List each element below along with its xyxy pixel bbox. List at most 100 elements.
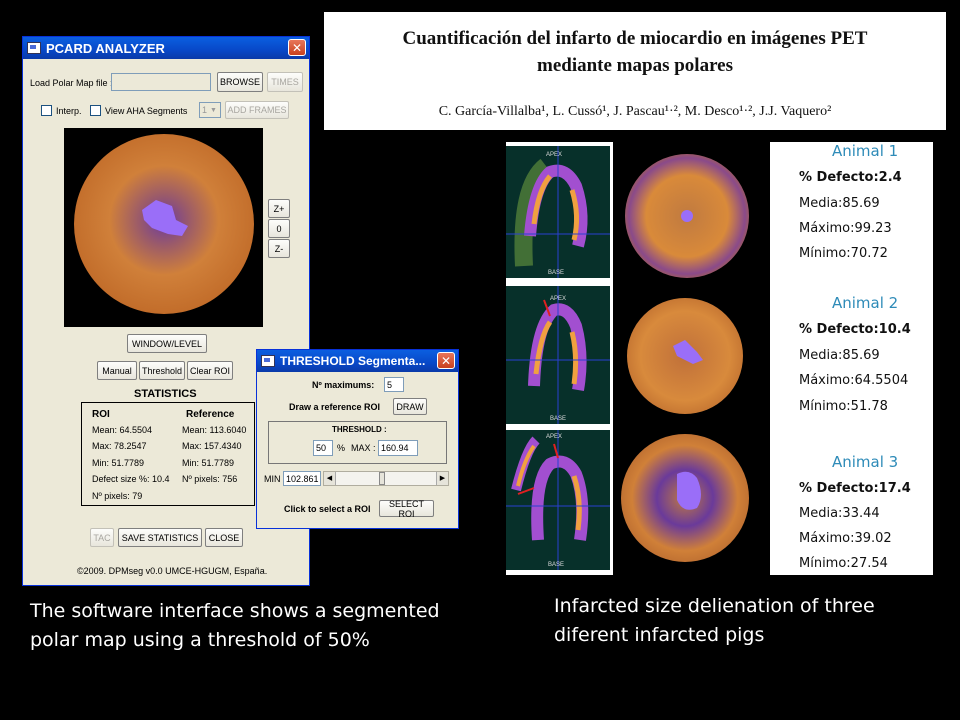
threshold-window: THRESHOLD Segmenta... ✕ Nº maximums: 5 D… xyxy=(256,349,459,529)
ref-mean: Mean: 113.6040 xyxy=(182,425,247,435)
window-level-button[interactable]: WINDOW/LEVEL xyxy=(127,334,207,353)
close-icon[interactable]: ✕ xyxy=(437,352,455,369)
ref-min: Min: 51.7789 xyxy=(182,458,235,468)
browse-button[interactable]: BROWSE xyxy=(217,72,263,92)
statistics-box: ROI Reference Mean: 64.5504 Mean: 113.60… xyxy=(81,402,255,506)
animal-1-heading: Animal 1 xyxy=(832,142,899,160)
animal-1-maximo: Máximo:99.23 xyxy=(799,221,892,236)
animal-3-heading: Animal 3 xyxy=(832,453,899,471)
save-statistics-button[interactable]: SAVE STATISTICS xyxy=(118,528,202,547)
frame-select-value: 1 xyxy=(202,105,208,115)
apex-label: APEX xyxy=(546,152,563,158)
app-icon xyxy=(27,42,41,54)
clear-roi-button[interactable]: Clear ROI xyxy=(187,361,233,380)
animal-3-maximo: Máximo:39.02 xyxy=(799,531,892,546)
min-label: MIN xyxy=(264,474,281,484)
paper-title-line2: mediante mapas polares xyxy=(537,55,733,76)
polar-map-file-field[interactable] xyxy=(111,73,211,91)
paper-authors: C. García-Villalba¹, L. Cussó¹, J. Pasca… xyxy=(438,104,832,119)
right-caption: Infarcted size delienation of three dife… xyxy=(554,592,875,650)
close-button[interactable]: CLOSE xyxy=(205,528,243,547)
roi-min: Min: 51.7789 xyxy=(92,458,145,468)
right-caption-line1: Infarcted size delienation of three xyxy=(554,595,875,617)
slider-thumb[interactable] xyxy=(379,472,385,485)
n-maximums-label: Nº maximums: xyxy=(312,380,375,390)
base-label: BASE xyxy=(548,270,565,276)
apex-label: APEX xyxy=(550,296,567,302)
app-icon xyxy=(261,355,275,367)
chevron-down-icon: ▼ xyxy=(210,106,217,114)
animal-1-minimo: Mínimo:70.72 xyxy=(799,246,888,261)
copyright-footer: ©2009. DPMseg v0.0 UMCE-HGUGM, España. xyxy=(77,566,268,576)
animal-3-media: Media:33.44 xyxy=(799,506,880,521)
view-aha-label: View AHA Segments xyxy=(105,106,188,116)
threshold-title: THRESHOLD Segmenta... xyxy=(280,354,426,368)
polar-maps-image xyxy=(621,154,749,562)
polar-maps-column xyxy=(613,142,770,575)
max-value-field[interactable]: 160.94 xyxy=(378,440,418,456)
slice-image-2 xyxy=(506,286,610,424)
click-select-roi-label: Click to select a ROI xyxy=(284,504,371,514)
base-label: BASE xyxy=(550,416,567,422)
roi-max: Max: 78.2547 xyxy=(92,441,147,451)
scan-slice-1: APEX BASE xyxy=(506,146,610,278)
pcard-titlebar[interactable]: PCARD ANALYZER ✕ xyxy=(23,37,309,59)
animal-1-defect: % Defecto:2.4 xyxy=(799,170,902,185)
pcard-title: PCARD ANALYZER xyxy=(46,40,165,56)
percent-sign: % xyxy=(337,443,346,453)
slice-image-1 xyxy=(506,146,610,278)
animal-2-media: Media:85.69 xyxy=(799,348,880,363)
animal-3-minimo: Mínimo:27.54 xyxy=(799,556,888,571)
paper-title-line1: Cuantificación del infarto de miocardio … xyxy=(402,28,868,49)
frame-select[interactable]: 1 ▼ xyxy=(199,102,221,118)
tac-button[interactable]: TAC xyxy=(90,528,114,547)
polar-map-image xyxy=(74,134,254,314)
polar-map-viewer[interactable] xyxy=(64,128,263,327)
animal-3-defect: % Defecto:17.4 xyxy=(799,481,911,496)
right-caption-line2: diferent infarcted pigs xyxy=(554,624,765,646)
animal-2-minimo: Mínimo:51.78 xyxy=(799,399,888,414)
max-label: MAX : xyxy=(351,443,376,453)
base-label: BASE xyxy=(548,562,565,568)
slice-image-3 xyxy=(506,430,610,570)
roi-heading: ROI xyxy=(92,409,110,420)
interp-label: Interp. xyxy=(56,106,82,116)
arrow-left-icon[interactable]: ◀ xyxy=(324,472,336,485)
threshold-slider[interactable]: ◀ ▶ xyxy=(323,471,449,486)
select-roi-button[interactable]: SELECT ROI xyxy=(379,499,434,519)
left-caption-line1: The software interface shows a segmented xyxy=(30,600,440,622)
threshold-group: THRESHOLD : 50 % MAX : 160.94 xyxy=(268,421,447,464)
zoom-reset-button[interactable]: 0 xyxy=(268,219,290,238)
ref-max: Max: 157.4340 xyxy=(182,441,242,451)
zoom-out-button[interactable]: Z- xyxy=(268,239,290,258)
roi-mean: Mean: 64.5504 xyxy=(92,425,153,435)
paper-header: Cuantificación del infarto de miocardio … xyxy=(324,12,946,130)
threshold-button[interactable]: Threshold xyxy=(139,361,185,380)
roi-pixels: Nº pixels: 79 xyxy=(92,491,143,501)
interp-checkbox[interactable] xyxy=(41,105,52,116)
close-icon[interactable]: ✕ xyxy=(288,39,306,56)
threshold-label: THRESHOLD : xyxy=(332,425,387,434)
roi-defect-size: Defect size %: 10.4 xyxy=(92,474,170,484)
reference-heading: Reference xyxy=(186,409,235,420)
view-aha-checkbox[interactable] xyxy=(90,105,101,116)
arrow-right-icon[interactable]: ▶ xyxy=(436,472,448,485)
threshold-percent-input[interactable]: 50 xyxy=(313,440,333,456)
statistics-heading: STATISTICS xyxy=(134,388,197,400)
n-maximums-input[interactable]: 5 xyxy=(384,377,404,392)
left-caption: The software interface shows a segmented… xyxy=(30,597,440,655)
scan-slice-2: APEX BASE xyxy=(506,286,610,424)
threshold-titlebar[interactable]: THRESHOLD Segmenta... ✕ xyxy=(257,350,458,372)
draw-button[interactable]: DRAW xyxy=(393,398,427,415)
zoom-in-button[interactable]: Z+ xyxy=(268,199,290,218)
animal-2-maximo: Máximo:64.5504 xyxy=(799,373,909,388)
min-value-field[interactable]: 102.861 xyxy=(283,471,321,486)
scan-slice-3: APEX BASE xyxy=(506,430,610,570)
times-button[interactable]: TIMES xyxy=(267,72,303,92)
animal-2-heading: Animal 2 xyxy=(832,294,899,312)
add-frames-button[interactable]: ADD FRAMES xyxy=(225,101,289,119)
manual-button[interactable]: Manual xyxy=(97,361,137,380)
animal-2-defect: % Defecto:10.4 xyxy=(799,322,911,337)
draw-reference-label: Draw a reference ROI xyxy=(289,402,381,412)
ref-pixels: Nº pixels: 756 xyxy=(182,474,238,484)
